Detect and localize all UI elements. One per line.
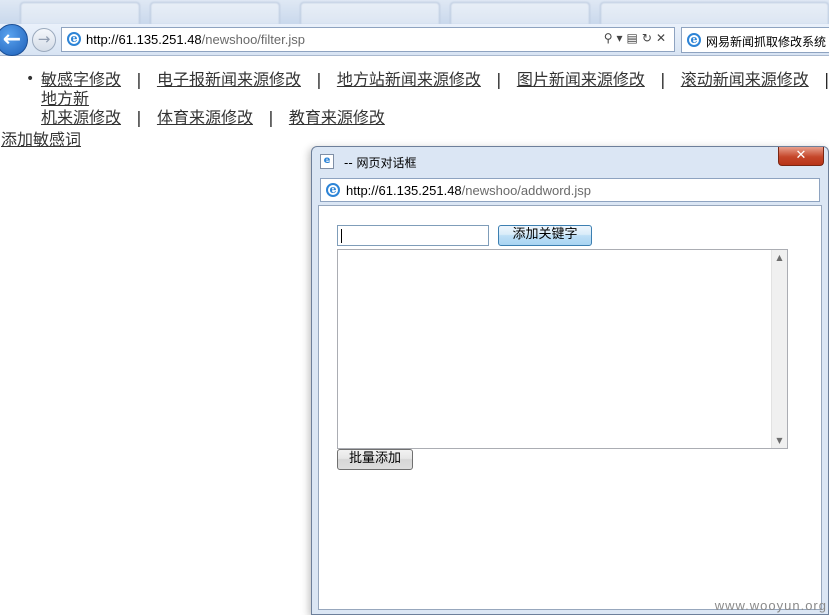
nav-separator: | <box>136 108 142 127</box>
scroll-up-icon[interactable]: ▲ <box>772 250 787 265</box>
search-icon[interactable]: ⚲ <box>604 31 617 45</box>
source-nav-list: • 敏感字修改 | 电子报新闻来源修改 | 地方站新闻来源修改 | 图片新闻来源… <box>26 70 829 127</box>
compat-view-icon[interactable]: ▤ <box>627 31 642 45</box>
nav-link-local-site-source[interactable]: 地方站新闻来源修改 <box>337 70 481 89</box>
nav-link-epaper-source[interactable]: 电子报新闻来源修改 <box>157 70 301 89</box>
refresh-icon[interactable]: ↻ <box>642 31 656 45</box>
dialog-address-bar: e http://61.135.251.48/newshoo/addword.j… <box>320 178 820 202</box>
background-tab[interactable] <box>20 2 140 24</box>
dialog-body: 添加关键字 ▲ ▼ 批量添加 <box>318 205 822 610</box>
watermark: www.wooyun.org <box>714 598 827 613</box>
nav-link-local-mobile-source-cont[interactable]: 机来源修改 <box>41 108 121 127</box>
dialog-title: -- 网页对话框 <box>344 156 417 170</box>
add-sensitive-word-link[interactable]: 添加敏感词 <box>1 126 81 150</box>
stop-icon[interactable]: ✕ <box>656 31 670 45</box>
background-tab[interactable] <box>150 2 280 24</box>
background-tab[interactable] <box>300 2 440 24</box>
scroll-down-icon[interactable]: ▼ <box>772 433 787 448</box>
address-bar[interactable]: e http://61.135.251.48/newshoo/filter.js… <box>61 27 675 52</box>
nav-separator: | <box>316 70 322 89</box>
dialog-titlebar[interactable]: e -- 网页对话框 ✕ <box>312 147 828 175</box>
dropdown-icon[interactable]: ▾ <box>617 31 627 45</box>
browser-nav-bar: ← → e http://61.135.251.48/newshoo/filte… <box>0 24 829 56</box>
nav-link-education-source[interactable]: 教育来源修改 <box>289 108 385 127</box>
nav-link-image-news-source[interactable]: 图片新闻来源修改 <box>517 70 645 89</box>
nav-link-rolling-news-source[interactable]: 滚动新闻来源修改 <box>681 70 809 89</box>
web-dialog: e -- 网页对话框 ✕ e http://61.135.251.48/news… <box>311 146 829 615</box>
ie-icon: e <box>687 33 701 47</box>
ie-icon: e <box>67 32 81 46</box>
add-keyword-button[interactable]: 添加关键字 <box>498 225 592 246</box>
list-bullet: • <box>26 71 35 87</box>
nav-separator: | <box>496 70 502 89</box>
back-arrow-icon[interactable]: ← <box>0 24 28 56</box>
dialog-address-url: http://61.135.251.48/newshoo/addword.jsp <box>346 183 592 198</box>
nav-link-sensitive-words[interactable]: 敏感字修改 <box>41 70 121 89</box>
forward-arrow-icon[interactable]: → <box>32 28 56 52</box>
batch-keyword-textarea[interactable]: ▲ ▼ <box>337 249 788 449</box>
nav-link-local-mobile-source[interactable]: 地方新 <box>41 89 89 108</box>
batch-add-button[interactable]: 批量添加 <box>337 449 413 470</box>
nav-separator: | <box>824 70 829 89</box>
nav-separator: | <box>136 70 142 89</box>
nav-separator: | <box>660 70 666 89</box>
browser-tab-strip <box>0 0 829 24</box>
background-tab[interactable] <box>450 2 590 24</box>
page-icon: e <box>320 154 334 169</box>
active-tab[interactable]: e 网易新闻抓取修改系统 <box>681 27 829 53</box>
scrollbar[interactable]: ▲ ▼ <box>771 250 787 448</box>
keyword-input[interactable] <box>337 225 489 246</box>
nav-link-sports-source[interactable]: 体育来源修改 <box>157 108 253 127</box>
address-tools: ⚲▾▤↻✕ <box>604 31 670 45</box>
background-tab[interactable] <box>600 2 829 24</box>
nav-separator: | <box>268 108 274 127</box>
active-tab-title: 网易新闻抓取修改系统 <box>706 35 827 49</box>
close-icon[interactable]: ✕ <box>778 147 824 166</box>
ie-icon: e <box>326 183 340 197</box>
address-url[interactable]: http://61.135.251.48/newshoo/filter.jsp <box>86 32 305 47</box>
